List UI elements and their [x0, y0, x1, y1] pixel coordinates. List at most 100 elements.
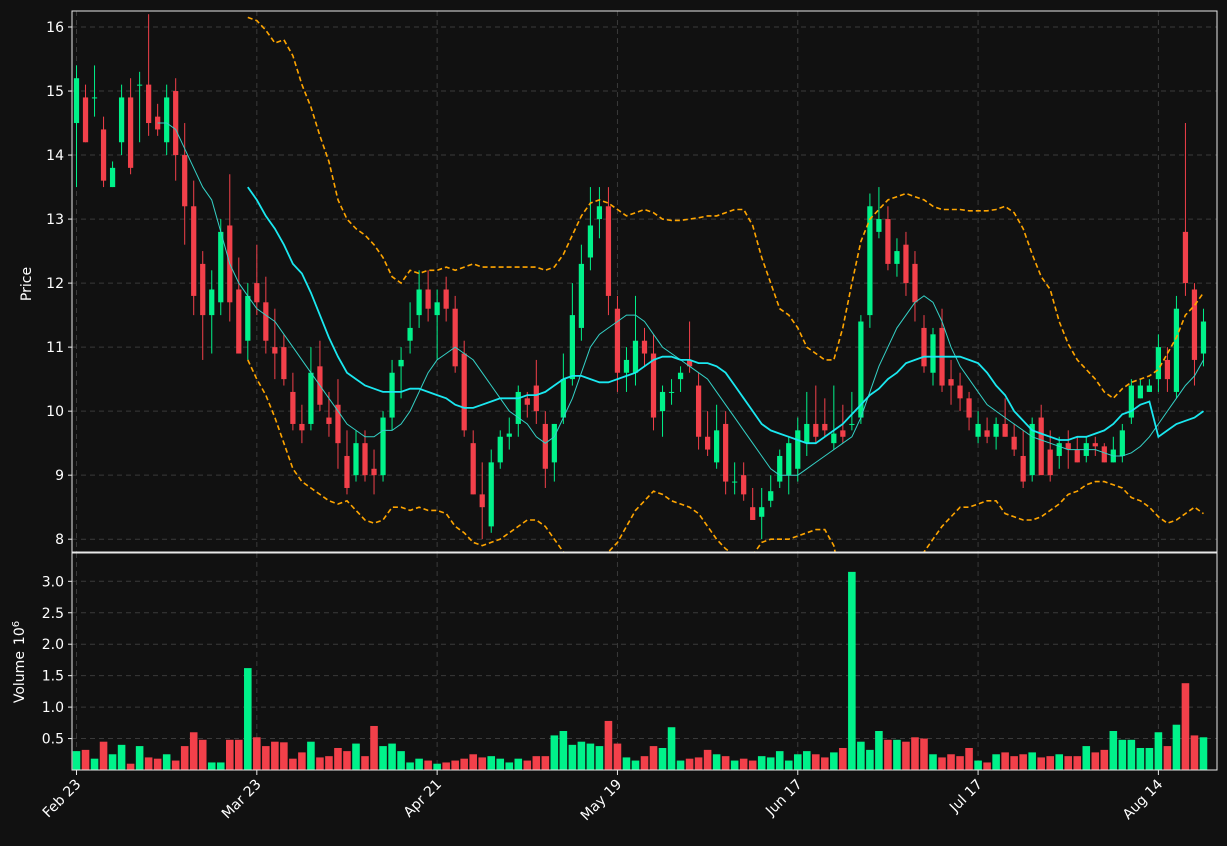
candle-body: [91, 97, 98, 99]
volume-bar: [343, 751, 351, 770]
volume-bar: [658, 747, 667, 770]
candle-body: [497, 436, 503, 463]
candle-body: [795, 430, 801, 469]
volume-bar: [505, 762, 514, 770]
volume-bar: [397, 751, 405, 770]
volume-bar: [1181, 683, 1190, 770]
volume-bar: [649, 746, 658, 770]
volume-bar: [947, 754, 955, 770]
volume-bar: [153, 758, 162, 770]
candle-body: [786, 443, 792, 476]
candle-body: [272, 347, 278, 354]
volume-bar: [442, 762, 450, 770]
volume-bar: [1019, 754, 1027, 770]
candle-body: [137, 84, 143, 86]
volume-bar: [162, 754, 171, 770]
candle-body: [1173, 308, 1180, 392]
volume-bar: [81, 749, 90, 770]
volume-axis-label: Volume 106: [11, 621, 29, 703]
candle-body: [299, 423, 305, 431]
volume-tick-label: 2.5: [42, 606, 64, 622]
volume-tick-label: 0.5: [42, 732, 64, 748]
volume-bar: [117, 744, 126, 770]
candle-body: [290, 391, 296, 424]
volume-bar: [1046, 756, 1054, 770]
candle-body: [876, 219, 882, 232]
candle-body: [245, 295, 251, 341]
volume-bar: [1172, 724, 1181, 770]
candle-body: [1191, 289, 1198, 360]
volume-bar: [1010, 756, 1018, 770]
candle-body: [885, 219, 891, 264]
candle-body: [1137, 385, 1143, 399]
volume-bar: [784, 760, 793, 770]
price-axis-label: Price: [19, 267, 35, 301]
candle-body: [578, 263, 585, 328]
candle-body: [723, 423, 729, 482]
volume-bar: [90, 758, 99, 770]
candle-body: [236, 289, 242, 354]
volume-bar: [911, 737, 919, 770]
volume-bar: [216, 762, 225, 770]
volume-bar: [207, 762, 216, 770]
volume-bar: [370, 725, 378, 770]
candle-body: [768, 491, 774, 501]
candle-body: [714, 430, 720, 463]
candle-body: [569, 315, 575, 380]
candle-body: [614, 308, 621, 373]
volume-bar: [703, 749, 712, 770]
candle-body: [641, 340, 648, 354]
candle-body: [146, 84, 152, 124]
candle-body: [668, 391, 675, 393]
candle-body: [921, 327, 927, 367]
volume-bar: [830, 752, 838, 770]
volume-bar: [469, 754, 477, 770]
candle-body: [1047, 449, 1053, 476]
candle-body: [380, 417, 386, 476]
volume-bar: [433, 763, 441, 770]
volume-bar: [766, 757, 775, 770]
volume-bar: [1127, 739, 1136, 770]
volume-bar: [99, 741, 108, 770]
volume-bar: [622, 757, 631, 770]
candle-body: [966, 398, 972, 418]
candle-body: [1101, 446, 1107, 463]
candle-body: [777, 455, 783, 482]
volume-bar: [144, 757, 153, 770]
candle-body: [849, 423, 855, 425]
candle-body: [975, 423, 981, 437]
candle-body: [704, 436, 711, 450]
volume-bar: [712, 754, 721, 770]
volume-bar: [1199, 737, 1208, 770]
candle-body: [452, 308, 458, 367]
candle-body: [82, 97, 89, 143]
volume-bar: [1118, 739, 1127, 770]
volume-bar: [866, 749, 874, 770]
volume-tick-label: 2.0: [42, 637, 64, 653]
volume-bar: [676, 760, 685, 770]
candle-body: [741, 475, 747, 495]
volume-bar: [1082, 746, 1091, 770]
volume-bar: [361, 756, 369, 770]
volume-bar: [1136, 747, 1145, 770]
volume-bar: [956, 756, 964, 770]
candle-body: [759, 507, 765, 517]
candle-body: [596, 206, 603, 220]
candle-body: [389, 372, 395, 418]
candle-body: [605, 206, 612, 296]
candle-body: [488, 462, 494, 527]
volume-bar: [514, 758, 523, 770]
volume-bar: [415, 758, 423, 770]
volume-bar: [352, 743, 360, 770]
volume-bar: [739, 758, 748, 770]
volume-bar: [1055, 754, 1064, 770]
volume-bar: [307, 741, 315, 770]
volume-bar: [604, 720, 613, 770]
candle-body: [623, 359, 630, 373]
candle-body: [1200, 321, 1207, 354]
candle-body: [948, 379, 954, 386]
candle-body: [930, 334, 936, 373]
candle-body: [416, 289, 422, 316]
volume-bar: [802, 751, 811, 770]
volume-bar: [325, 756, 333, 770]
